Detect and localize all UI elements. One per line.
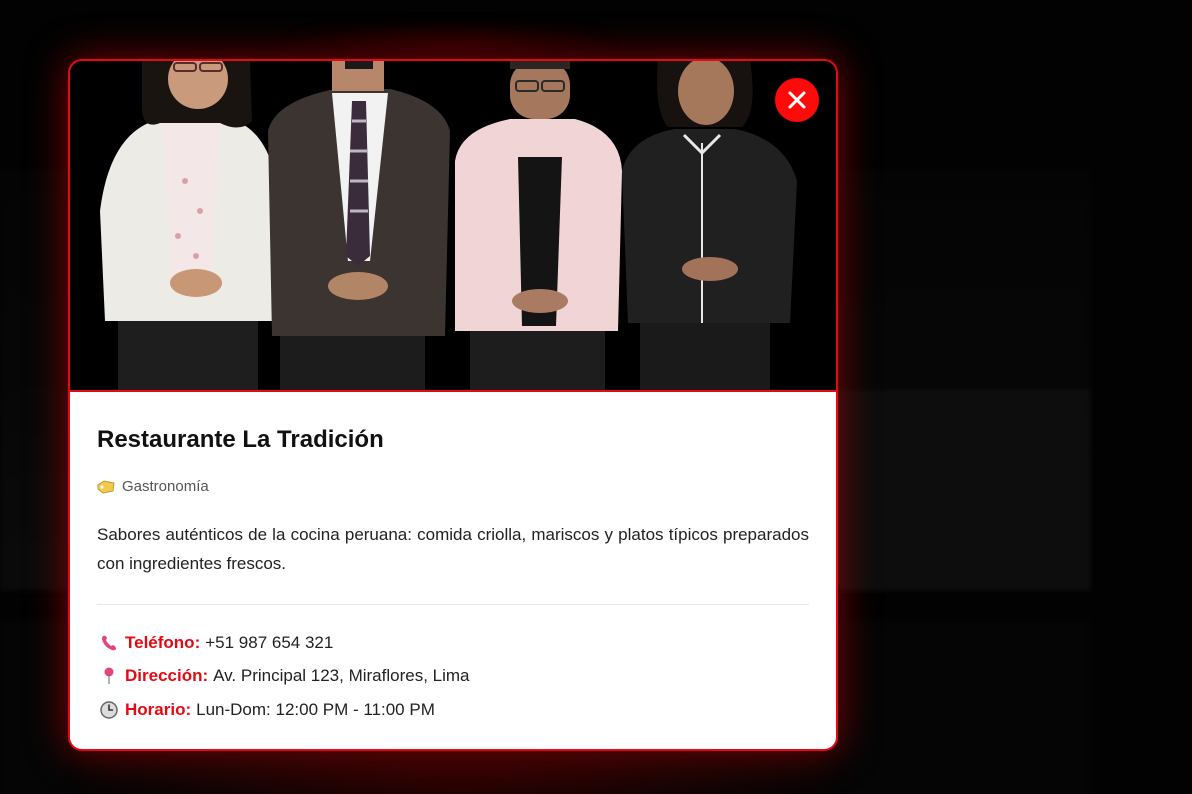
clock-icon (99, 700, 119, 720)
hours-label: Horario: (125, 700, 192, 719)
phone-value[interactable]: +51 987 654 321 (205, 633, 333, 653)
business-category: Gastronomía (97, 478, 209, 495)
hours-row: Horario: Lun-Dom: 12:00 PM - 11:00 PM (99, 700, 435, 720)
business-description: Sabores auténticos de la cocina peruana:… (97, 525, 809, 573)
category-label: Gastronomía (122, 478, 209, 495)
phone-label: Teléfono: (125, 633, 201, 652)
business-hero-image (70, 61, 836, 392)
address-label: Dirección: (125, 666, 209, 685)
divider (97, 604, 809, 605)
close-icon (788, 91, 806, 109)
tag-icon (97, 479, 115, 494)
business-title: Restaurante La Tradición (97, 426, 384, 453)
pin-icon (99, 666, 119, 686)
team-photo (70, 61, 836, 390)
hours-value: Lun-Dom: 12:00 PM - 11:00 PM (196, 700, 435, 719)
close-button[interactable] (775, 78, 819, 122)
person-2 (268, 61, 450, 390)
address-value: Av. Principal 123, Miraflores, Lima (213, 666, 470, 685)
phone-icon (99, 633, 119, 653)
business-detail-modal: Restaurante La Tradición Gastronomía Sab… (68, 59, 838, 751)
phone-row: Teléfono: +51 987 654 321 (99, 633, 333, 653)
address-row: Dirección: Av. Principal 123, Miraflores… (99, 666, 470, 686)
